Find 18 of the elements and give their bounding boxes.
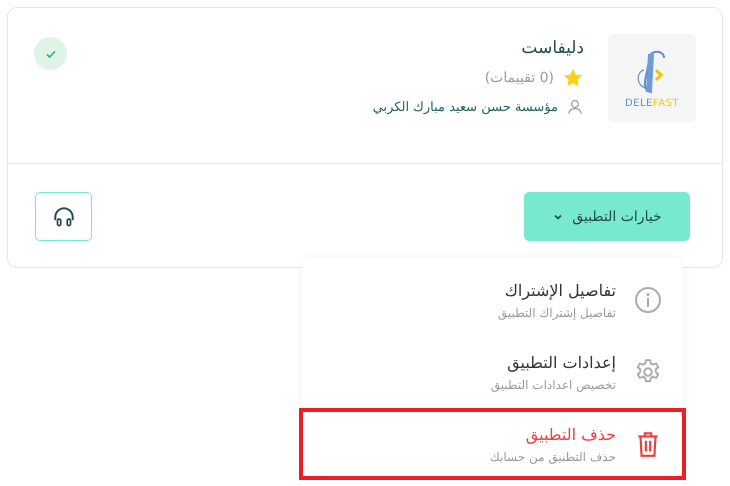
menu-item-title: تفاصيل الإشتراك: [504, 280, 616, 300]
info-icon: [633, 285, 663, 315]
user-icon: [566, 98, 584, 116]
logo-text: DELEFAST: [624, 98, 680, 108]
menu-item[interactable]: حذف التطبيق حذف التطبيق من حسابك: [299, 408, 686, 480]
menu-item-title: حذف التطبيق: [524, 424, 616, 444]
star-icon: [562, 67, 584, 89]
menu-item[interactable]: تفاصيل الإشتراك تفاصيل إشتراك التطبيق: [299, 264, 686, 336]
app-options-button[interactable]: خيارات التطبيق: [524, 192, 690, 241]
headphones-button[interactable]: [35, 192, 92, 241]
menu-item-subtitle: تخصيص اعدادات التطبيق: [490, 378, 616, 392]
menu-item[interactable]: إعدادات التطبيق تخصيص اعدادات التطبيق: [299, 336, 686, 408]
menu-item-title: إعدادات التطبيق: [506, 352, 616, 372]
menu-item-subtitle: تفاصيل إشتراك التطبيق: [498, 306, 616, 320]
owner-name: مؤسسة حسن سعيد مبارك الكربي: [372, 100, 558, 114]
menu-item-subtitle: حذف التطبيق من حسابك: [490, 450, 616, 464]
rating-count: (0 تقييمات): [484, 70, 554, 86]
app-name: دليفاست: [520, 38, 584, 58]
